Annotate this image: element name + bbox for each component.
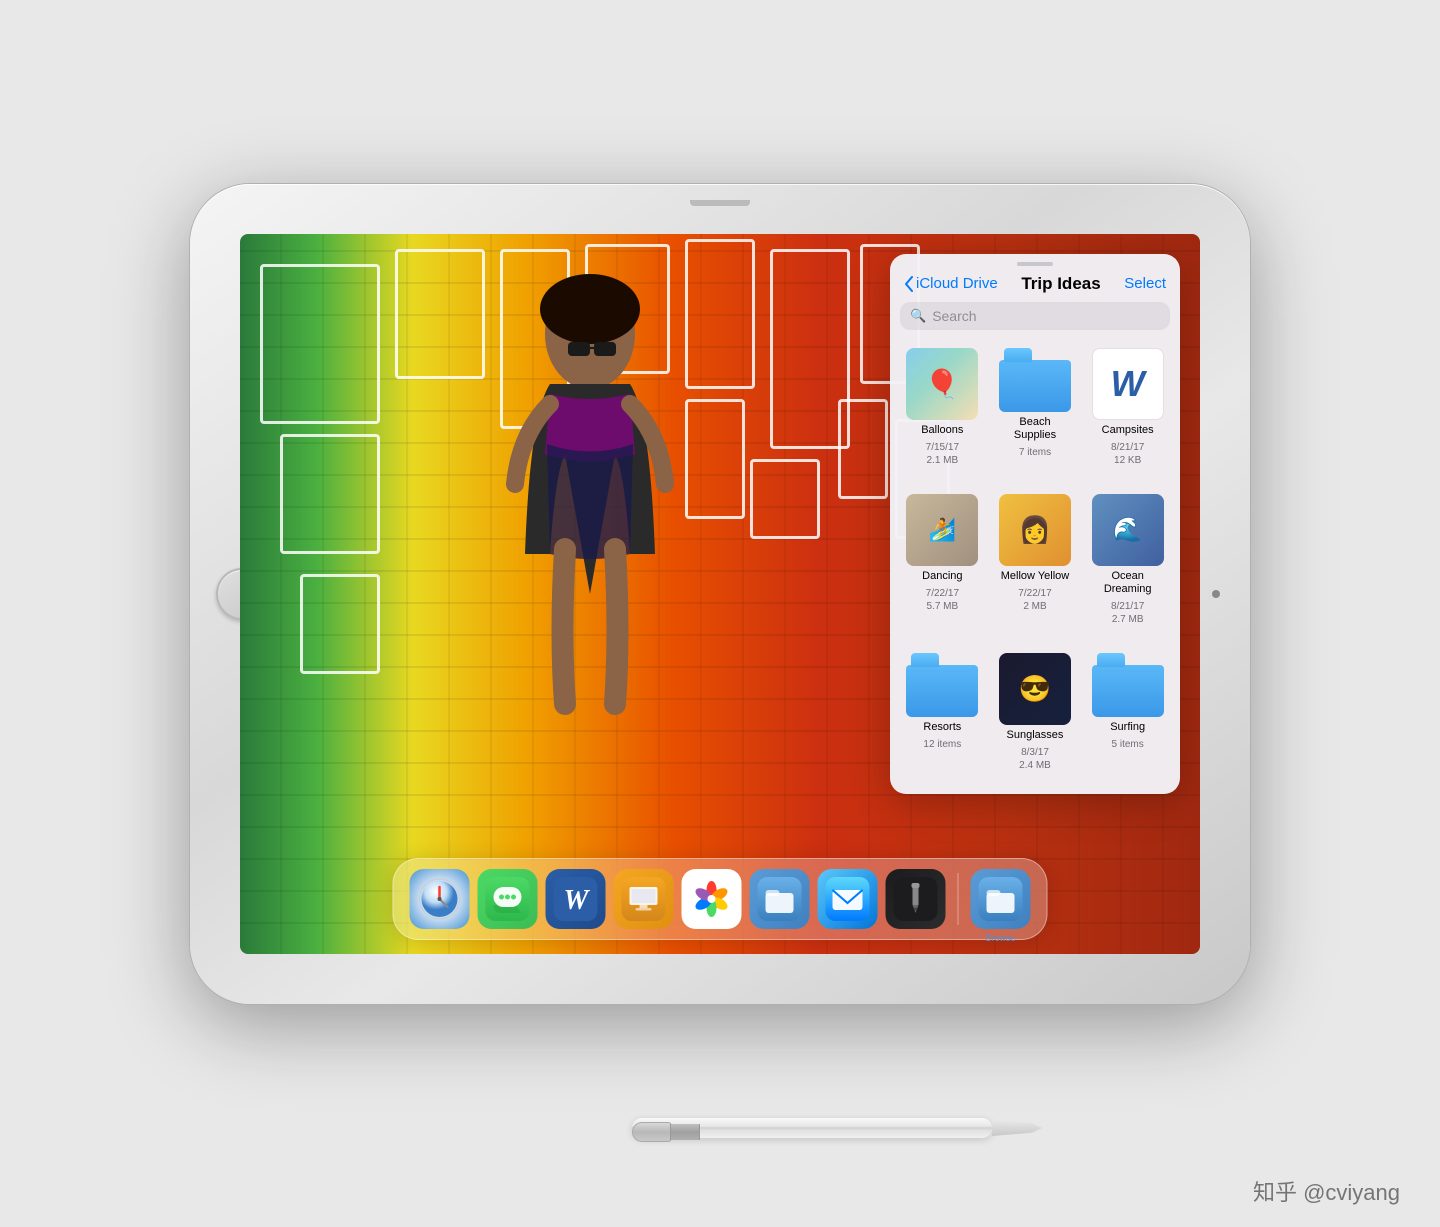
- person-figure: [390, 234, 790, 854]
- watermark-text: 知乎 @cviyang: [1253, 1180, 1400, 1205]
- file-meta-dancing: 7/22/175.7 MB: [926, 587, 959, 613]
- svg-text:W: W: [564, 885, 591, 916]
- watermark: 知乎 @cviyang: [1253, 1175, 1400, 1207]
- pencil-tip: [992, 1120, 1042, 1136]
- pencil-band: [670, 1124, 700, 1140]
- dock-app-safari[interactable]: [410, 869, 470, 929]
- file-name-mellow-yellow: Mellow Yellow: [1001, 570, 1069, 583]
- panel-select-button[interactable]: Select: [1124, 275, 1166, 292]
- panel-title: Trip Ideas: [1021, 274, 1100, 294]
- file-name-campsites: Campsites: [1102, 424, 1154, 437]
- page-container: iCloud Drive Trip Ideas Select 🔍 Search …: [0, 0, 1440, 1227]
- dock-app-browse[interactable]: Browse: [971, 869, 1031, 929]
- file-name-balloons: Balloons: [921, 424, 963, 437]
- dock-app-files[interactable]: [750, 869, 810, 929]
- ipad-top-bar: [690, 200, 750, 206]
- search-placeholder-text: Search: [932, 308, 976, 324]
- dock-app-messages[interactable]: [478, 869, 538, 929]
- dock-divider: [958, 873, 959, 925]
- dock-app-mail[interactable]: [818, 869, 878, 929]
- file-item-ocean-dreaming[interactable]: Ocean Dreaming 8/21/172.7 MB: [1083, 488, 1172, 643]
- dock-app-keynote[interactable]: [614, 869, 674, 929]
- file-meta-balloons: 7/15/172.1 MB: [926, 441, 959, 467]
- file-meta-sunglasses: 8/3/172.4 MB: [1019, 746, 1051, 772]
- file-meta-beach-supplies: 7 items: [1019, 446, 1051, 459]
- file-meta-ocean-dreaming: 8/21/172.7 MB: [1111, 600, 1144, 626]
- file-name-dancing: Dancing: [922, 570, 962, 583]
- file-item-beach-supplies[interactable]: BeachSupplies 7 items: [991, 342, 1080, 484]
- apple-pencil: [632, 1114, 1032, 1142]
- panel-back-button[interactable]: iCloud Drive: [904, 275, 998, 292]
- dock-app-pencil-notes[interactable]: [886, 869, 946, 929]
- file-meta-surfing: 5 items: [1112, 738, 1144, 751]
- search-bar[interactable]: 🔍 Search: [900, 302, 1170, 330]
- pencil-body: [632, 1118, 992, 1138]
- file-meta-mellow-yellow: 7/22/172 MB: [1018, 587, 1051, 613]
- file-thumb-dancing: [906, 494, 978, 566]
- pencil-cap: [632, 1122, 672, 1142]
- file-item-dancing[interactable]: Dancing 7/22/175.7 MB: [898, 488, 987, 643]
- file-item-sunglasses[interactable]: Sunglasses 8/3/172.4 MB: [991, 647, 1080, 789]
- file-thumb-campsites: W: [1092, 348, 1164, 420]
- file-item-mellow-yellow[interactable]: Mellow Yellow 7/22/172 MB: [991, 488, 1080, 643]
- file-name-surfing: Surfing: [1110, 721, 1145, 734]
- file-meta-campsites: 8/21/1712 KB: [1111, 441, 1144, 467]
- icloud-drive-label: iCloud Drive: [916, 275, 998, 292]
- file-thumb-sunglasses: [999, 653, 1071, 725]
- panel-nav: iCloud Drive Trip Ideas Select: [890, 270, 1180, 302]
- ipad-shell: iCloud Drive Trip Ideas Select 🔍 Search …: [190, 184, 1250, 1004]
- file-item-balloons[interactable]: Balloons 7/15/172.1 MB: [898, 342, 987, 484]
- camera-dot: [1212, 590, 1220, 598]
- file-meta-resorts: 12 items: [923, 738, 961, 751]
- dock-app-photos[interactable]: [682, 869, 742, 929]
- files-grid: Balloons 7/15/172.1 MB BeachSupplies 7 i…: [890, 338, 1180, 794]
- ipad-screen: iCloud Drive Trip Ideas Select 🔍 Search …: [240, 234, 1200, 954]
- search-icon: 🔍: [910, 308, 926, 324]
- dock-app-word[interactable]: W: [546, 869, 606, 929]
- dock: W: [393, 858, 1048, 940]
- file-thumb-balloons: [906, 348, 978, 420]
- file-thumb-ocean-dreaming: [1092, 494, 1164, 566]
- dock-browse-label: Browse: [985, 933, 1015, 943]
- file-name-beach-supplies: BeachSupplies: [1014, 416, 1056, 442]
- file-item-campsites[interactable]: W Campsites 8/21/1712 KB: [1083, 342, 1172, 484]
- icloud-panel: iCloud Drive Trip Ideas Select 🔍 Search …: [890, 254, 1180, 794]
- file-item-resorts[interactable]: Resorts 12 items: [898, 647, 987, 789]
- file-item-surfing[interactable]: Surfing 5 items: [1083, 647, 1172, 789]
- file-name-ocean-dreaming: Ocean Dreaming: [1087, 570, 1168, 596]
- panel-handle: [1017, 262, 1053, 266]
- file-name-resorts: Resorts: [923, 721, 961, 734]
- file-thumb-mellow-yellow: [999, 494, 1071, 566]
- file-name-sunglasses: Sunglasses: [1007, 729, 1064, 742]
